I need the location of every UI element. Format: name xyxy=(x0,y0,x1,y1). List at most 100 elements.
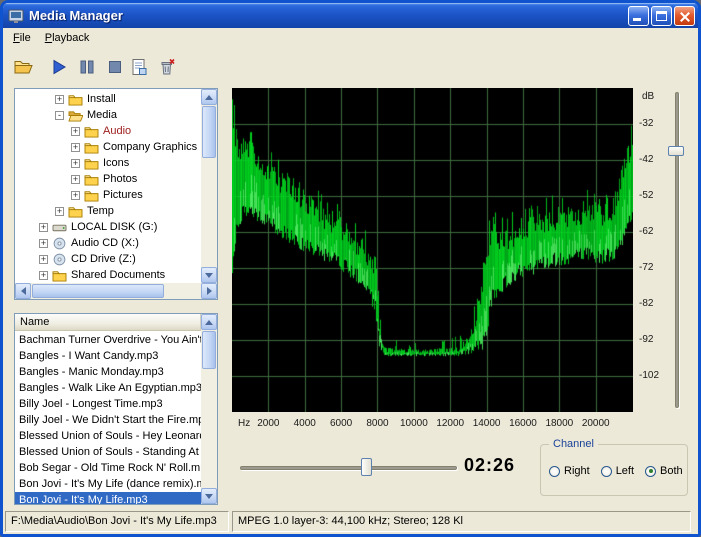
file-item[interactable]: Bob Segar - Old Time Rock N' Roll.mp xyxy=(15,460,201,476)
tree-item-company-graphics[interactable]: + Company Graphics xyxy=(15,139,201,155)
y-axis-unit: dB xyxy=(642,91,655,102)
y-axis-tick: -82 xyxy=(639,298,654,309)
y-axis-tick: -102 xyxy=(639,370,660,381)
tree-expander-icon[interactable]: + xyxy=(71,142,80,152)
playlist-button[interactable] xyxy=(128,56,150,78)
tree-expander-icon[interactable]: + xyxy=(71,190,80,200)
drive-icon xyxy=(52,224,67,231)
title-bar[interactable]: Media Manager xyxy=(3,3,698,28)
y-axis-tick: -92 xyxy=(639,334,654,345)
arrow-down-icon xyxy=(205,493,213,499)
volume-slider-track[interactable] xyxy=(675,92,679,408)
y-axis-tick: -32 xyxy=(639,118,654,129)
tree-expander-icon[interactable]: + xyxy=(39,222,48,232)
tree-item-icons[interactable]: + Icons xyxy=(15,155,201,171)
pause-button[interactable] xyxy=(76,56,98,78)
scroll-left-button[interactable] xyxy=(15,283,31,299)
tree-expander-icon[interactable]: + xyxy=(39,270,48,280)
tree-expander-icon[interactable]: + xyxy=(71,174,80,184)
menu-item-file[interactable]: File xyxy=(6,29,38,47)
radio-icon xyxy=(600,465,612,477)
x-axis-tick: 20000 xyxy=(581,418,610,429)
play-button[interactable] xyxy=(48,56,70,78)
tree-item-cd-drive-z[interactable]: + CD Drive (Z:) xyxy=(15,251,201,267)
tree-expander-icon[interactable]: + xyxy=(39,254,48,264)
file-item[interactable]: Bachman Turner Overdrive - You Ain't xyxy=(15,332,201,348)
open-button[interactable] xyxy=(12,56,34,78)
delete-button[interactable] xyxy=(156,56,178,78)
tree-expander-icon[interactable]: + xyxy=(55,206,64,216)
tree-expander-icon[interactable]: + xyxy=(39,238,48,248)
radio-left[interactable]: Left xyxy=(600,465,634,477)
file-item[interactable]: Blessed Union of Souls - Standing At T xyxy=(15,444,201,460)
channel-groupbox-label: Channel xyxy=(549,438,598,450)
list-scrollbar-thumb[interactable] xyxy=(202,331,216,369)
channel-options: Right Left Both xyxy=(549,465,683,477)
cd-icon xyxy=(53,237,66,249)
tree-item-photos[interactable]: + Photos xyxy=(15,171,201,187)
play-icon xyxy=(53,59,66,75)
tree-expander-icon[interactable]: - xyxy=(55,110,64,120)
arrow-left-icon xyxy=(20,287,26,295)
file-item[interactable]: Bon Jovi - It's My Life.mp3 xyxy=(15,492,201,504)
file-item[interactable]: Billy Joel - Longest Time.mp3 xyxy=(15,396,201,412)
tree-item-shared-documents[interactable]: + Shared Documents xyxy=(15,267,201,283)
folder-icon xyxy=(84,174,99,186)
arrow-up-icon xyxy=(205,319,213,325)
file-item[interactable]: Billy Joel - We Didn't Start the Fire.mp… xyxy=(15,412,201,428)
window-title: Media Manager xyxy=(29,8,123,23)
trash-icon xyxy=(161,58,175,75)
document-icon xyxy=(132,59,147,75)
x-axis-tick: 10000 xyxy=(399,418,428,429)
file-item[interactable]: Bangles - Walk Like An Egyptian.mp3 xyxy=(15,380,201,396)
tree-item-audio-cd-x[interactable]: + Audio CD (X:) xyxy=(15,235,201,251)
seek-slider-track[interactable] xyxy=(240,466,457,470)
list-vertical-scrollbar[interactable] xyxy=(201,314,217,504)
app-icon xyxy=(8,9,24,23)
radio-both[interactable]: Both xyxy=(645,465,683,477)
x-axis-tick: 8000 xyxy=(366,418,389,429)
tree-item-install[interactable]: + Install xyxy=(15,91,201,107)
tree-item-media[interactable]: - Media xyxy=(15,107,201,123)
tree-item-local-disk-g[interactable]: + LOCAL DISK (G:) xyxy=(15,219,201,235)
tree-hscrollbar-thumb[interactable] xyxy=(32,284,164,298)
x-axis-tick: 2000 xyxy=(257,418,280,429)
folder-tree: + Install - Media + Audio + Company Graphics + Ic… xyxy=(15,89,201,283)
maximize-button[interactable] xyxy=(651,5,672,26)
file-item[interactable]: Bon Jovi - It's My Life (dance remix).mp xyxy=(15,476,201,492)
file-item[interactable]: Blessed Union of Souls - Hey Leonardo xyxy=(15,428,201,444)
tree-expander-icon[interactable]: + xyxy=(71,158,80,168)
column-header-name[interactable]: Name xyxy=(15,314,201,331)
spectrum-display xyxy=(232,88,633,412)
folder-icon xyxy=(52,270,67,282)
close-button[interactable] xyxy=(674,5,695,26)
volume-slider-thumb[interactable] xyxy=(668,146,684,156)
tree-item-audio[interactable]: + Audio xyxy=(15,123,201,139)
tree-expander-icon[interactable]: + xyxy=(71,126,80,136)
scroll-right-button[interactable] xyxy=(201,283,217,299)
file-item[interactable]: Bangles - I Want Candy.mp3 xyxy=(15,348,201,364)
tree-item-pictures[interactable]: + Pictures xyxy=(15,187,201,203)
scroll-down-button[interactable] xyxy=(201,488,217,504)
menu-bar: File Playback xyxy=(3,28,698,48)
scroll-up-button[interactable] xyxy=(201,314,217,330)
statusbar-file-path: F:\Media\Audio\Bon Jovi - It's My Life.m… xyxy=(5,511,229,532)
radio-right[interactable]: Right xyxy=(549,465,590,477)
minimize-icon xyxy=(633,17,641,21)
tree-item-temp[interactable]: + Temp xyxy=(15,203,201,219)
media-manager-window: Media Manager File Playback + Install - Medi… xyxy=(0,0,701,537)
tree-vertical-scrollbar[interactable] xyxy=(201,89,217,283)
scroll-down-button[interactable] xyxy=(201,267,217,283)
open-folder-icon xyxy=(14,61,33,74)
seek-slider-thumb[interactable] xyxy=(361,458,372,476)
minimize-button[interactable] xyxy=(628,5,649,26)
x-axis-tick: 14000 xyxy=(472,418,501,429)
tree-scrollbar-thumb[interactable] xyxy=(202,106,216,158)
channel-groupbox: Channel Right Left Both xyxy=(540,438,688,496)
tree-horizontal-scrollbar[interactable] xyxy=(15,283,217,299)
stop-button[interactable] xyxy=(104,56,126,78)
scroll-up-button[interactable] xyxy=(201,89,217,105)
tree-expander-icon[interactable]: + xyxy=(55,94,64,104)
file-item[interactable]: Bangles - Manic Monday.mp3 xyxy=(15,364,201,380)
menu-item-playback[interactable]: Playback xyxy=(38,29,97,47)
